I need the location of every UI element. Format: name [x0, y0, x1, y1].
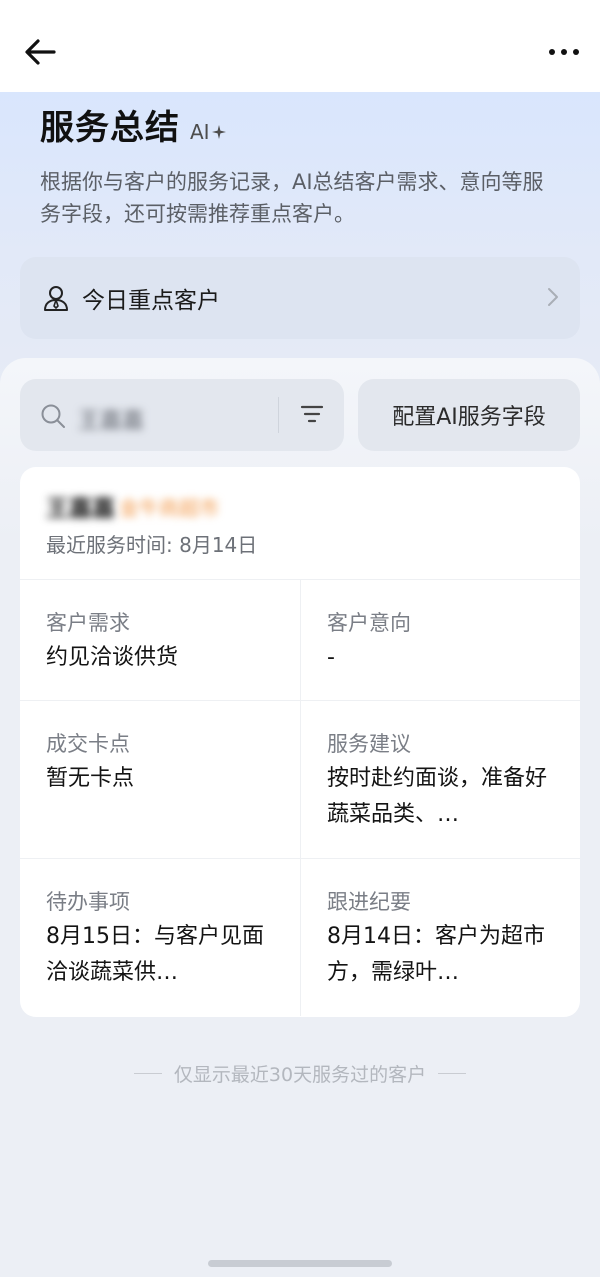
page-description: 根据你与客户的服务记录，AI总结客户需求、意向等服务字段，还可按需推荐重点客户。: [40, 170, 544, 226]
filter-icon[interactable]: [300, 403, 324, 425]
field-key: 跟进纪要: [327, 890, 411, 914]
more-dots-icon: [549, 49, 579, 55]
search-divider: [278, 397, 279, 433]
title-row: 服务总结 AI: [40, 108, 226, 148]
field-row: 客户需求 约见洽谈供货 客户意向 -: [20, 579, 580, 700]
field-value: 8月14日：客户为超市方，需绿叶…: [327, 924, 545, 985]
user-icon: [44, 286, 68, 311]
field-service-advice: 服务建议 按时赴约面谈，准备好蔬菜品类、…: [300, 701, 580, 858]
ai-badge: AI: [190, 120, 226, 144]
field-value: 8月15日：与客户见面洽谈蔬菜供…: [46, 924, 264, 985]
footnote-line-left: [133, 1073, 162, 1074]
field-key: 待办事项: [46, 890, 130, 914]
search-icon: [41, 404, 65, 428]
customer-header: 王嘉嘉 金牛商超市 最近服务时间: 8月14日: [46, 489, 556, 558]
customer-tag: 金牛商超市: [119, 495, 219, 520]
more-button[interactable]: [542, 30, 586, 74]
field-key: 服务建议: [327, 732, 411, 756]
field-customer-needs: 客户需求 约见洽谈供货: [20, 580, 300, 700]
sparkle-icon: [211, 125, 226, 139]
page-title: 服务总结: [40, 108, 180, 148]
customer-card[interactable]: 王嘉嘉 金牛商超市 最近服务时间: 8月14日 客户需求 约见洽谈供货 客户意向…: [20, 467, 580, 1017]
service-fields-grid: 客户需求 约见洽谈供货 客户意向 - 成交卡点 暂无卡点 服务建议 按时赴约面谈…: [20, 579, 580, 1016]
field-deal-blocker: 成交卡点 暂无卡点: [20, 701, 300, 858]
ai-badge-label: AI: [190, 120, 210, 144]
search-input[interactable]: 王嘉嘉: [20, 379, 344, 451]
footnote-line-right: [438, 1073, 467, 1074]
field-key: 客户需求: [46, 611, 130, 635]
field-row: 成交卡点 暂无卡点 服务建议 按时赴约面谈，准备好蔬菜品类、…: [20, 700, 580, 858]
field-value: 约见洽谈供货: [46, 645, 179, 670]
search-value: 王嘉嘉: [78, 409, 145, 434]
customer-name-row: 王嘉嘉 金牛商超市: [46, 489, 556, 523]
chevron-right-icon: [548, 288, 558, 306]
field-key: 客户意向: [327, 611, 411, 635]
field-row: 待办事项 8月15日：与客户见面洽谈蔬菜供… 跟进纪要 8月14日：客户为超市方…: [20, 858, 580, 1016]
field-customer-intent: 客户意向 -: [300, 580, 580, 700]
field-follow-up-notes: 跟进纪要 8月14日：客户为超市方，需绿叶…: [300, 859, 580, 1016]
field-todo: 待办事项 8月15日：与客户见面洽谈蔬菜供…: [20, 859, 300, 1016]
footnote: 仅显示最近30天服务过的客户: [0, 1060, 600, 1087]
back-button[interactable]: [18, 30, 62, 74]
field-value: 暂无卡点: [46, 766, 135, 791]
key-customers-entry[interactable]: 今日重点客户: [20, 257, 580, 339]
config-ai-fields-button[interactable]: 配置AI服务字段: [358, 379, 580, 451]
field-key: 成交卡点: [46, 732, 130, 756]
key-customers-label: 今日重点客户: [82, 288, 220, 314]
arrow-left-icon: [25, 39, 56, 65]
field-value: 按时赴约面谈，准备好蔬菜品类、…: [327, 766, 548, 827]
home-indicator[interactable]: [208, 1260, 392, 1267]
field-value: -: [327, 645, 335, 670]
top-bar: [0, 0, 600, 92]
footnote-text: 仅显示最近30天服务过的客户: [173, 1064, 427, 1086]
last-service-time: 最近服务时间: 8月14日: [46, 533, 258, 557]
customer-name: 王嘉嘉: [46, 496, 115, 522]
